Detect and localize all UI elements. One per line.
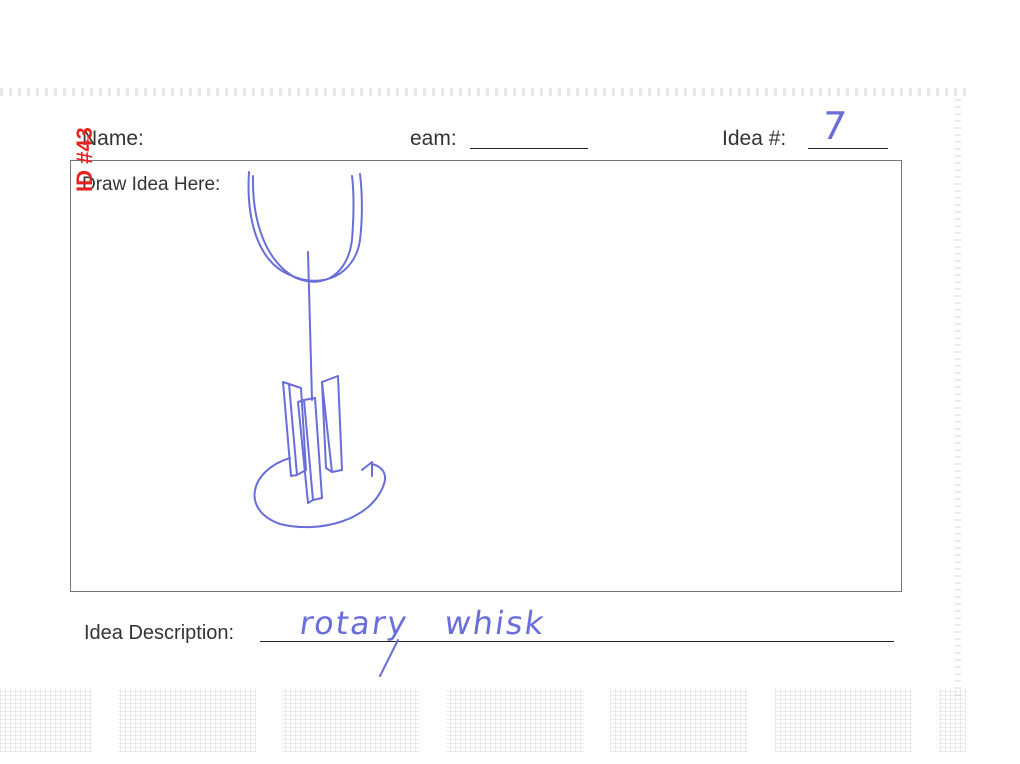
description-underline-stroke: [379, 639, 399, 677]
